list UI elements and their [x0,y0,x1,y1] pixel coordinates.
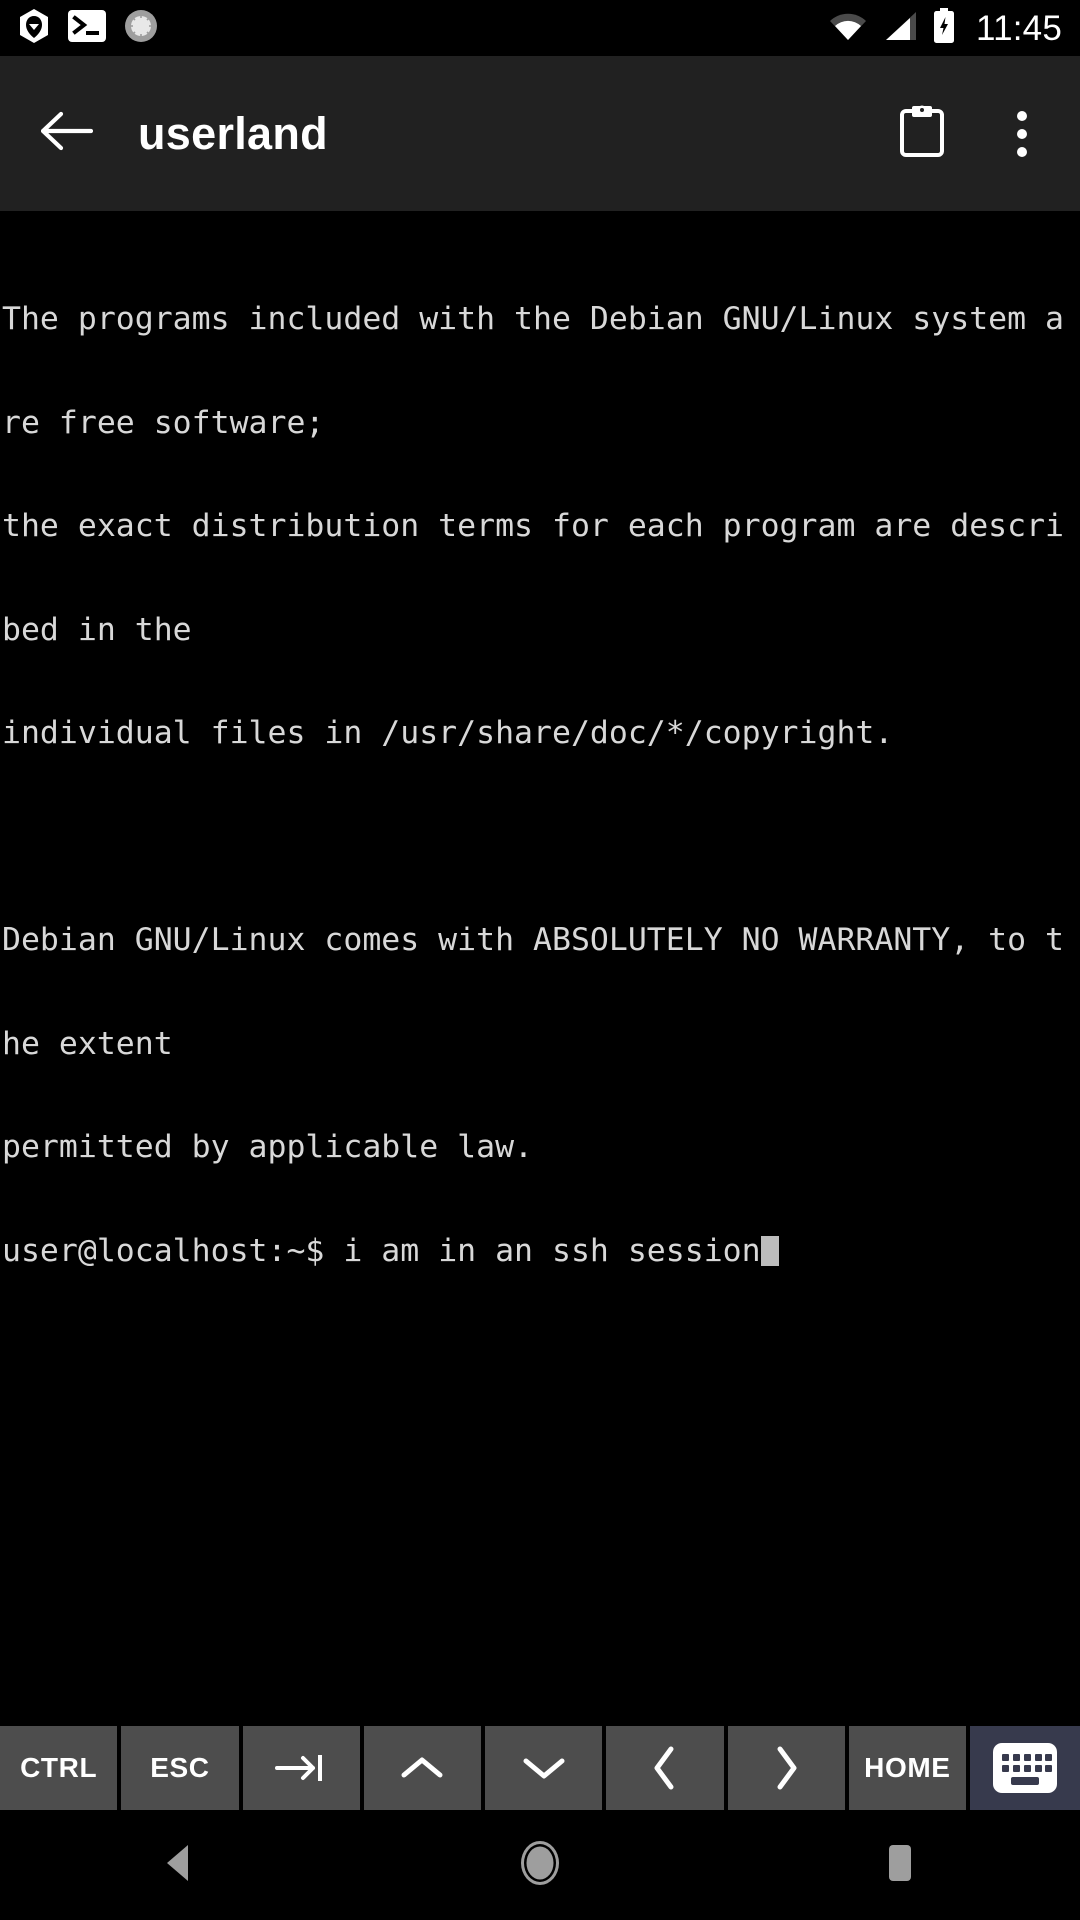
home-key[interactable]: HOME [848,1726,966,1810]
terminal-cursor [760,1235,779,1266]
chevron-up-icon [400,1753,444,1783]
userland-app-icon [18,8,50,49]
keyboard-icon [993,1743,1057,1793]
shell-prompt: user@localhost:~$ [2,1232,344,1269]
status-bar: 11:45 [0,0,1080,56]
terminal-line: re free software; [2,404,325,441]
app-bar-actions [892,104,1052,164]
terminal-line: bed in the [2,611,192,648]
terminal-line: Debian GNU/Linux comes with ABSOLUTELY N… [2,922,1065,958]
overflow-menu-icon [1017,146,1027,157]
nav-home-button[interactable] [465,1810,615,1920]
chevron-right-icon [771,1745,801,1791]
esc-key[interactable]: ESC [121,1726,239,1810]
status-bar-clock: 11:45 [976,8,1062,48]
back-arrow-icon [40,110,94,157]
back-button[interactable] [36,103,98,165]
clipboard-icon [899,104,945,163]
keyboard-key[interactable] [970,1726,1080,1810]
terminal-view[interactable]: The programs included with the Debian GN… [0,211,1080,1726]
overflow-menu-icon [1017,110,1027,121]
tab-icon [275,1751,327,1785]
overflow-menu-icon [1017,128,1027,139]
command-input-text: i am in an ssh session [343,1232,761,1269]
battery-charging-icon [932,7,956,49]
terminal-line: permitted by applicable law. [2,1129,534,1165]
down-key[interactable] [485,1726,603,1810]
chevron-down-icon [522,1753,566,1783]
up-key[interactable] [363,1726,481,1810]
phone-screen: 11:45 userland The programs included wit… [0,0,1080,1920]
cellular-signal-icon [882,10,918,47]
wifi-icon [828,10,868,47]
nav-back-icon [161,1842,199,1889]
overflow-menu-button[interactable] [992,104,1052,164]
sync-progress-icon [124,9,158,48]
terminal-prompt-line: user@localhost:~$ i am in an ssh session [2,1232,1080,1269]
ctrl-key[interactable]: CTRL [0,1726,118,1810]
nav-recents-button[interactable] [825,1810,975,1920]
nav-home-icon [518,1838,562,1893]
status-bar-notification-icons [18,8,158,49]
nav-back-button[interactable] [105,1810,255,1920]
left-key[interactable] [606,1726,724,1810]
terminal-key-toolbar: CTRL ESC HOME [0,1726,1080,1810]
app-bar: userland [0,56,1080,211]
terminal-output: The programs included with the Debian GN… [2,233,1080,1337]
system-navigation-bar [0,1810,1080,1920]
tab-key[interactable] [242,1726,360,1810]
right-key[interactable] [727,1726,845,1810]
terminal-line: the exact distribution terms for each pr… [2,508,1065,544]
status-bar-system-icons: 11:45 [828,7,1062,49]
terminal-line: The programs included with the Debian GN… [2,301,1065,337]
paste-button[interactable] [892,104,952,164]
nav-recents-icon [885,1843,915,1888]
terminal-line: individual files in /usr/share/doc/*/cop… [2,715,894,751]
chevron-left-icon [650,1745,680,1791]
terminal-line: he extent [2,1025,173,1062]
page-title: userland [138,107,328,159]
terminal-icon [68,9,106,47]
